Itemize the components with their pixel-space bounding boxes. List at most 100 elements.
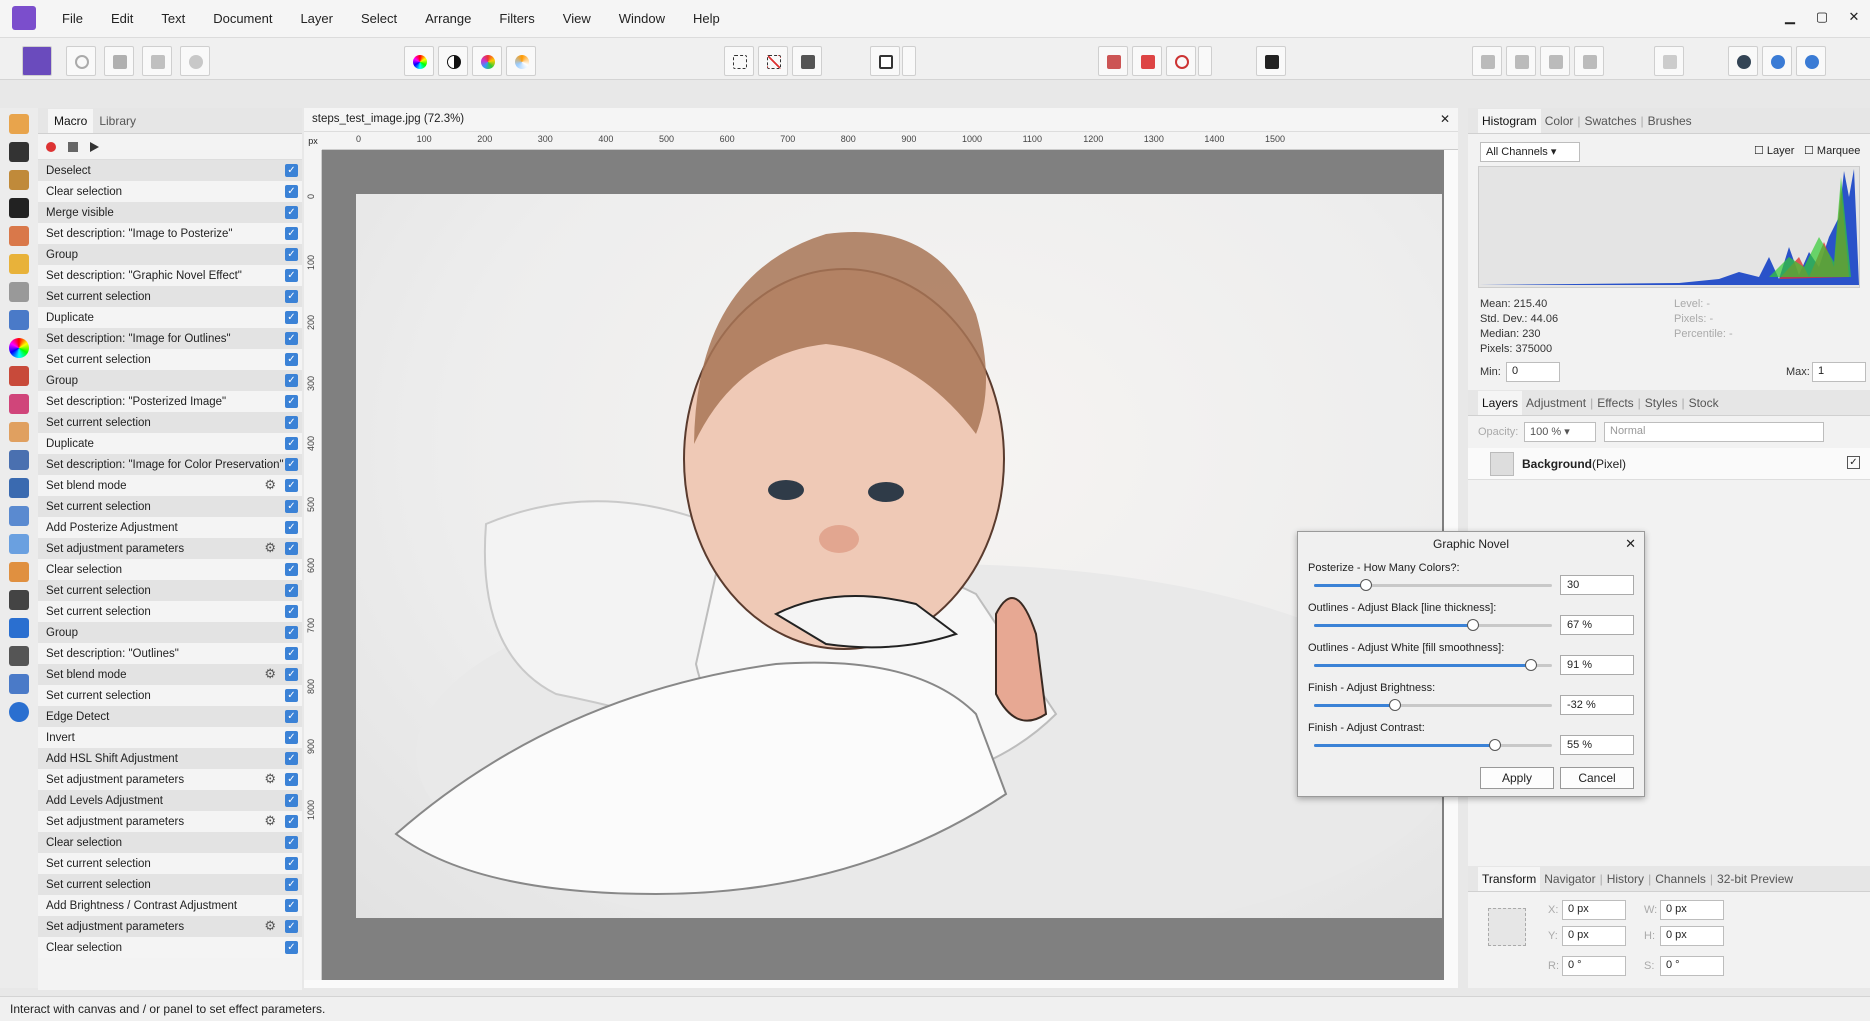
tab-adjustment[interactable]: Adjustment (1522, 396, 1590, 410)
step-enabled-checkbox[interactable]: ✓ (285, 500, 298, 513)
step-enabled-checkbox[interactable]: ✓ (285, 773, 298, 786)
assistant-icon[interactable] (1132, 46, 1162, 76)
flood-fill-tool-icon[interactable] (9, 310, 29, 330)
auto-contrast-icon[interactable] (438, 46, 468, 76)
slider-track[interactable] (1314, 659, 1552, 671)
tone-mapping-persona-icon[interactable] (142, 46, 172, 76)
step-enabled-checkbox[interactable]: ✓ (285, 605, 298, 618)
macro-step[interactable]: Set blend mode ⚙ ✓ (38, 475, 302, 496)
step-enabled-checkbox[interactable]: ✓ (285, 752, 298, 765)
macro-step[interactable]: Set current selection ✓ (38, 874, 302, 895)
flood-select-tool-icon[interactable] (9, 254, 29, 274)
arrange-back-icon[interactable] (1472, 46, 1502, 76)
slider-knob[interactable] (1467, 619, 1480, 631)
macro-step[interactable]: Set current selection ✓ (38, 349, 302, 370)
marquee-checkbox[interactable]: ☐ Marquee (1804, 144, 1860, 157)
step-enabled-checkbox[interactable]: ✓ (285, 857, 298, 870)
step-enabled-checkbox[interactable]: ✓ (285, 542, 298, 555)
zoom-tool-icon[interactable] (9, 702, 29, 722)
step-enabled-checkbox[interactable]: ✓ (285, 227, 298, 240)
step-enabled-checkbox[interactable]: ✓ (285, 563, 298, 576)
arrange-backward-icon[interactable] (1506, 46, 1536, 76)
macro-step[interactable]: Set description: "Image to Posterize" ✓ (38, 223, 302, 244)
x-field[interactable]: 0 px (1562, 900, 1626, 920)
gear-icon[interactable]: ⚙ (264, 540, 276, 556)
macro-step[interactable]: Group ✓ (38, 622, 302, 643)
liquify-persona-icon[interactable] (66, 46, 96, 76)
slider-value-field[interactable]: 91 % (1560, 655, 1634, 675)
macro-step[interactable]: Set blend mode ⚙ ✓ (38, 664, 302, 685)
macro-step[interactable]: Set description: "Posterized Image" ✓ (38, 391, 302, 412)
stop-icon[interactable] (68, 141, 78, 152)
step-enabled-checkbox[interactable]: ✓ (285, 710, 298, 723)
invert-selection-icon[interactable] (792, 46, 822, 76)
macro-step[interactable]: Group ✓ (38, 244, 302, 265)
menu-view[interactable]: View (549, 0, 605, 38)
macro-step[interactable]: Set description: "Image for Outlines" ✓ (38, 328, 302, 349)
tab-transform[interactable]: Transform (1478, 866, 1541, 891)
macro-step[interactable]: Set description: "Outlines" ✓ (38, 643, 302, 664)
quick-mask-icon[interactable] (870, 46, 900, 76)
arrange-front-icon[interactable] (1574, 46, 1604, 76)
macro-step[interactable]: Deselect ✓ (38, 160, 302, 181)
macro-step[interactable]: Set current selection ✓ (38, 601, 302, 622)
mesh-warp-tool-icon[interactable] (9, 674, 29, 694)
step-enabled-checkbox[interactable]: ✓ (285, 941, 298, 954)
step-enabled-checkbox[interactable]: ✓ (285, 668, 298, 681)
step-enabled-checkbox[interactable]: ✓ (285, 689, 298, 702)
menu-text[interactable]: Text (147, 0, 199, 38)
marquee-tool-icon[interactable] (9, 282, 29, 302)
tab-history[interactable]: History (1603, 872, 1648, 886)
quick-mask-dropdown[interactable] (902, 46, 916, 76)
step-enabled-checkbox[interactable]: ✓ (285, 269, 298, 282)
marquee-select-icon[interactable] (724, 46, 754, 76)
step-enabled-checkbox[interactable]: ✓ (285, 185, 298, 198)
step-enabled-checkbox[interactable]: ✓ (285, 836, 298, 849)
tab-swatches[interactable]: Swatches (1581, 114, 1641, 128)
opacity-field[interactable]: 100 % ▾ (1524, 422, 1596, 442)
undo-history-icon[interactable] (1166, 46, 1196, 76)
step-enabled-checkbox[interactable]: ✓ (285, 584, 298, 597)
selection-brush-tool-icon[interactable] (9, 226, 29, 246)
clone-brush-tool-icon[interactable] (9, 478, 29, 498)
min-field[interactable]: 0 (1506, 362, 1560, 382)
macro-step[interactable]: Clear selection ✓ (38, 937, 302, 958)
step-enabled-checkbox[interactable]: ✓ (285, 164, 298, 177)
macro-step[interactable]: Set adjustment parameters ⚙ ✓ (38, 538, 302, 559)
apply-button[interactable]: Apply (1480, 767, 1554, 789)
step-enabled-checkbox[interactable]: ✓ (285, 794, 298, 807)
cancel-button[interactable]: Cancel (1560, 767, 1634, 789)
tab-color[interactable]: Color (1541, 114, 1578, 128)
blemish-removal-tool-icon[interactable] (9, 506, 29, 526)
h-field[interactable]: 0 px (1660, 926, 1724, 946)
blur-brush-tool-icon[interactable] (9, 534, 29, 554)
layer-row[interactable]: Background (Pixel) ✓ (1468, 448, 1870, 480)
red-eye-tool-icon[interactable] (9, 562, 29, 582)
menu-file[interactable]: File (48, 0, 97, 38)
step-enabled-checkbox[interactable]: ✓ (285, 815, 298, 828)
move-tool-icon[interactable] (9, 142, 29, 162)
step-enabled-checkbox[interactable]: ✓ (285, 647, 298, 660)
macro-step[interactable]: Set adjustment parameters ⚙ ✓ (38, 769, 302, 790)
s-field[interactable]: 0 ° (1660, 956, 1724, 976)
slider-value-field[interactable]: 67 % (1560, 615, 1634, 635)
step-enabled-checkbox[interactable]: ✓ (285, 332, 298, 345)
boolean-subtract-icon[interactable] (1762, 46, 1792, 76)
hand-tool-icon[interactable] (9, 114, 29, 134)
step-enabled-checkbox[interactable]: ✓ (285, 479, 298, 492)
step-enabled-checkbox[interactable]: ✓ (285, 395, 298, 408)
menu-arrange[interactable]: Arrange (411, 0, 485, 38)
document-tab[interactable]: steps_test_image.jpg (72.3%) ✕ (304, 108, 1458, 132)
gradient-tool-icon[interactable] (9, 338, 29, 358)
export-persona-icon[interactable] (180, 46, 210, 76)
macro-step[interactable]: Invert ✓ (38, 727, 302, 748)
dodge-brush-tool-icon[interactable] (9, 450, 29, 470)
step-enabled-checkbox[interactable]: ✓ (285, 353, 298, 366)
slider-track[interactable] (1314, 739, 1552, 751)
slider-knob[interactable] (1360, 579, 1373, 591)
auto-colors-icon[interactable] (472, 46, 502, 76)
slider-knob[interactable] (1388, 699, 1401, 711)
rectangle-tool-icon[interactable] (9, 618, 29, 638)
deselect-icon[interactable] (758, 46, 788, 76)
boolean-add-icon[interactable] (1728, 46, 1758, 76)
